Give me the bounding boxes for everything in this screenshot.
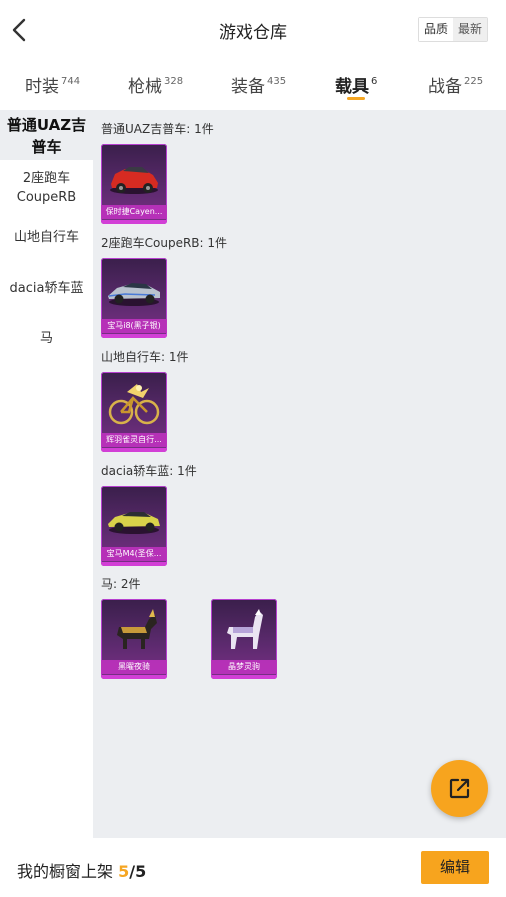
external-link-icon	[449, 778, 470, 799]
sidebar-item-horse[interactable]: 马	[0, 329, 93, 348]
header-bar: 游戏仓库 品质 最新	[0, 0, 506, 60]
section-title: dacia轿车蓝: 1件	[101, 464, 197, 478]
section-title: 马: 2件	[101, 577, 141, 591]
silver-car-image	[108, 283, 160, 306]
active-tab-indicator	[347, 97, 365, 100]
rarity-bar	[211, 675, 277, 679]
section-title: 2座跑车CoupeRB: 1件	[101, 236, 228, 250]
tab-equipment[interactable]: 装备 435	[231, 72, 286, 97]
tab-fashion[interactable]: 时装 744	[25, 72, 80, 97]
sort-toggle: 品质 最新	[417, 17, 488, 42]
rarity-bar	[101, 220, 167, 224]
yellow-car-image	[108, 512, 160, 534]
showcase-total: 5	[135, 862, 147, 881]
sidebar-item-bike[interactable]: 山地自行车	[0, 228, 93, 247]
rarity-bar	[101, 562, 167, 566]
item-card[interactable]: 黑曜夜骑	[101, 599, 167, 679]
tab-count: 225	[464, 76, 484, 87]
item-card[interactable]: 宝马M4(圣保...	[101, 486, 167, 566]
showcase-count: 5	[118, 862, 130, 881]
inventory-list[interactable]: 普通UAZ吉普车: 1件 保时捷Cayen... 2座跑车CoupeRB: 1件…	[93, 110, 506, 838]
section-title: 山地自行车: 1件	[101, 350, 189, 364]
category-tabs: 时装 744 枪械 328 装备 435 载具 6 战备 225	[0, 60, 506, 110]
sidebar-item-coupe[interactable]: 2座跑车CoupeRB	[0, 169, 93, 207]
red-car-image	[110, 167, 158, 194]
item-name: 晶梦灵驹	[211, 660, 277, 674]
showcase-status: 我的橱窗上架 5/5	[17, 858, 146, 882]
crystal-horse-image	[227, 609, 263, 649]
tab-count: 6	[371, 76, 378, 87]
item-name: 黑曜夜骑	[101, 660, 167, 674]
item-name: 辉羽雀灵自行...	[101, 433, 167, 447]
item-name: 宝马M4(圣保...	[101, 547, 167, 561]
tab-count: 328	[164, 76, 184, 87]
sidebar: 普通UAZ吉普车 2座跑车CoupeRB 山地自行车 dacia轿车蓝 马	[0, 110, 93, 838]
tab-label: 载具	[335, 77, 369, 97]
sidebar-item-uaz[interactable]: 普通UAZ吉普车	[0, 110, 93, 160]
item-card[interactable]: 宝马i8(黑子银)	[101, 258, 167, 338]
footer-bar: 我的橱窗上架 5/5 编辑	[0, 838, 506, 897]
tab-count: 435	[267, 76, 287, 87]
sort-newest-button[interactable]: 最新	[452, 18, 487, 41]
rarity-bar	[101, 334, 167, 338]
share-fab[interactable]	[431, 760, 488, 817]
sidebar-item-dacia[interactable]: dacia轿车蓝	[0, 279, 93, 298]
sort-quality-button[interactable]: 品质	[418, 18, 453, 41]
tab-supplies[interactable]: 战备 225	[428, 72, 483, 97]
item-name: 保时捷Cayen...	[101, 205, 167, 219]
tab-count: 744	[61, 76, 81, 87]
golden-bike-image	[108, 384, 160, 425]
item-card[interactable]: 保时捷Cayen...	[101, 144, 167, 224]
tab-label: 时装	[25, 77, 59, 97]
showcase-label: 我的橱窗上架	[17, 862, 114, 881]
rarity-bar	[101, 448, 167, 452]
tab-label: 装备	[231, 77, 265, 97]
tab-label: 战备	[428, 77, 462, 97]
tab-vehicles[interactable]: 载具 6	[335, 72, 377, 97]
item-name: 宝马i8(黑子银)	[101, 319, 167, 333]
tab-label: 枪械	[128, 77, 162, 97]
item-card[interactable]: 辉羽雀灵自行...	[101, 372, 167, 452]
section-title: 普通UAZ吉普车: 1件	[101, 122, 214, 136]
edit-button[interactable]: 编辑	[421, 851, 489, 884]
item-card[interactable]: 晶梦灵驹	[211, 599, 277, 679]
tab-guns[interactable]: 枪械 328	[128, 72, 183, 97]
rarity-bar	[101, 675, 167, 679]
black-horse-image	[117, 609, 157, 649]
